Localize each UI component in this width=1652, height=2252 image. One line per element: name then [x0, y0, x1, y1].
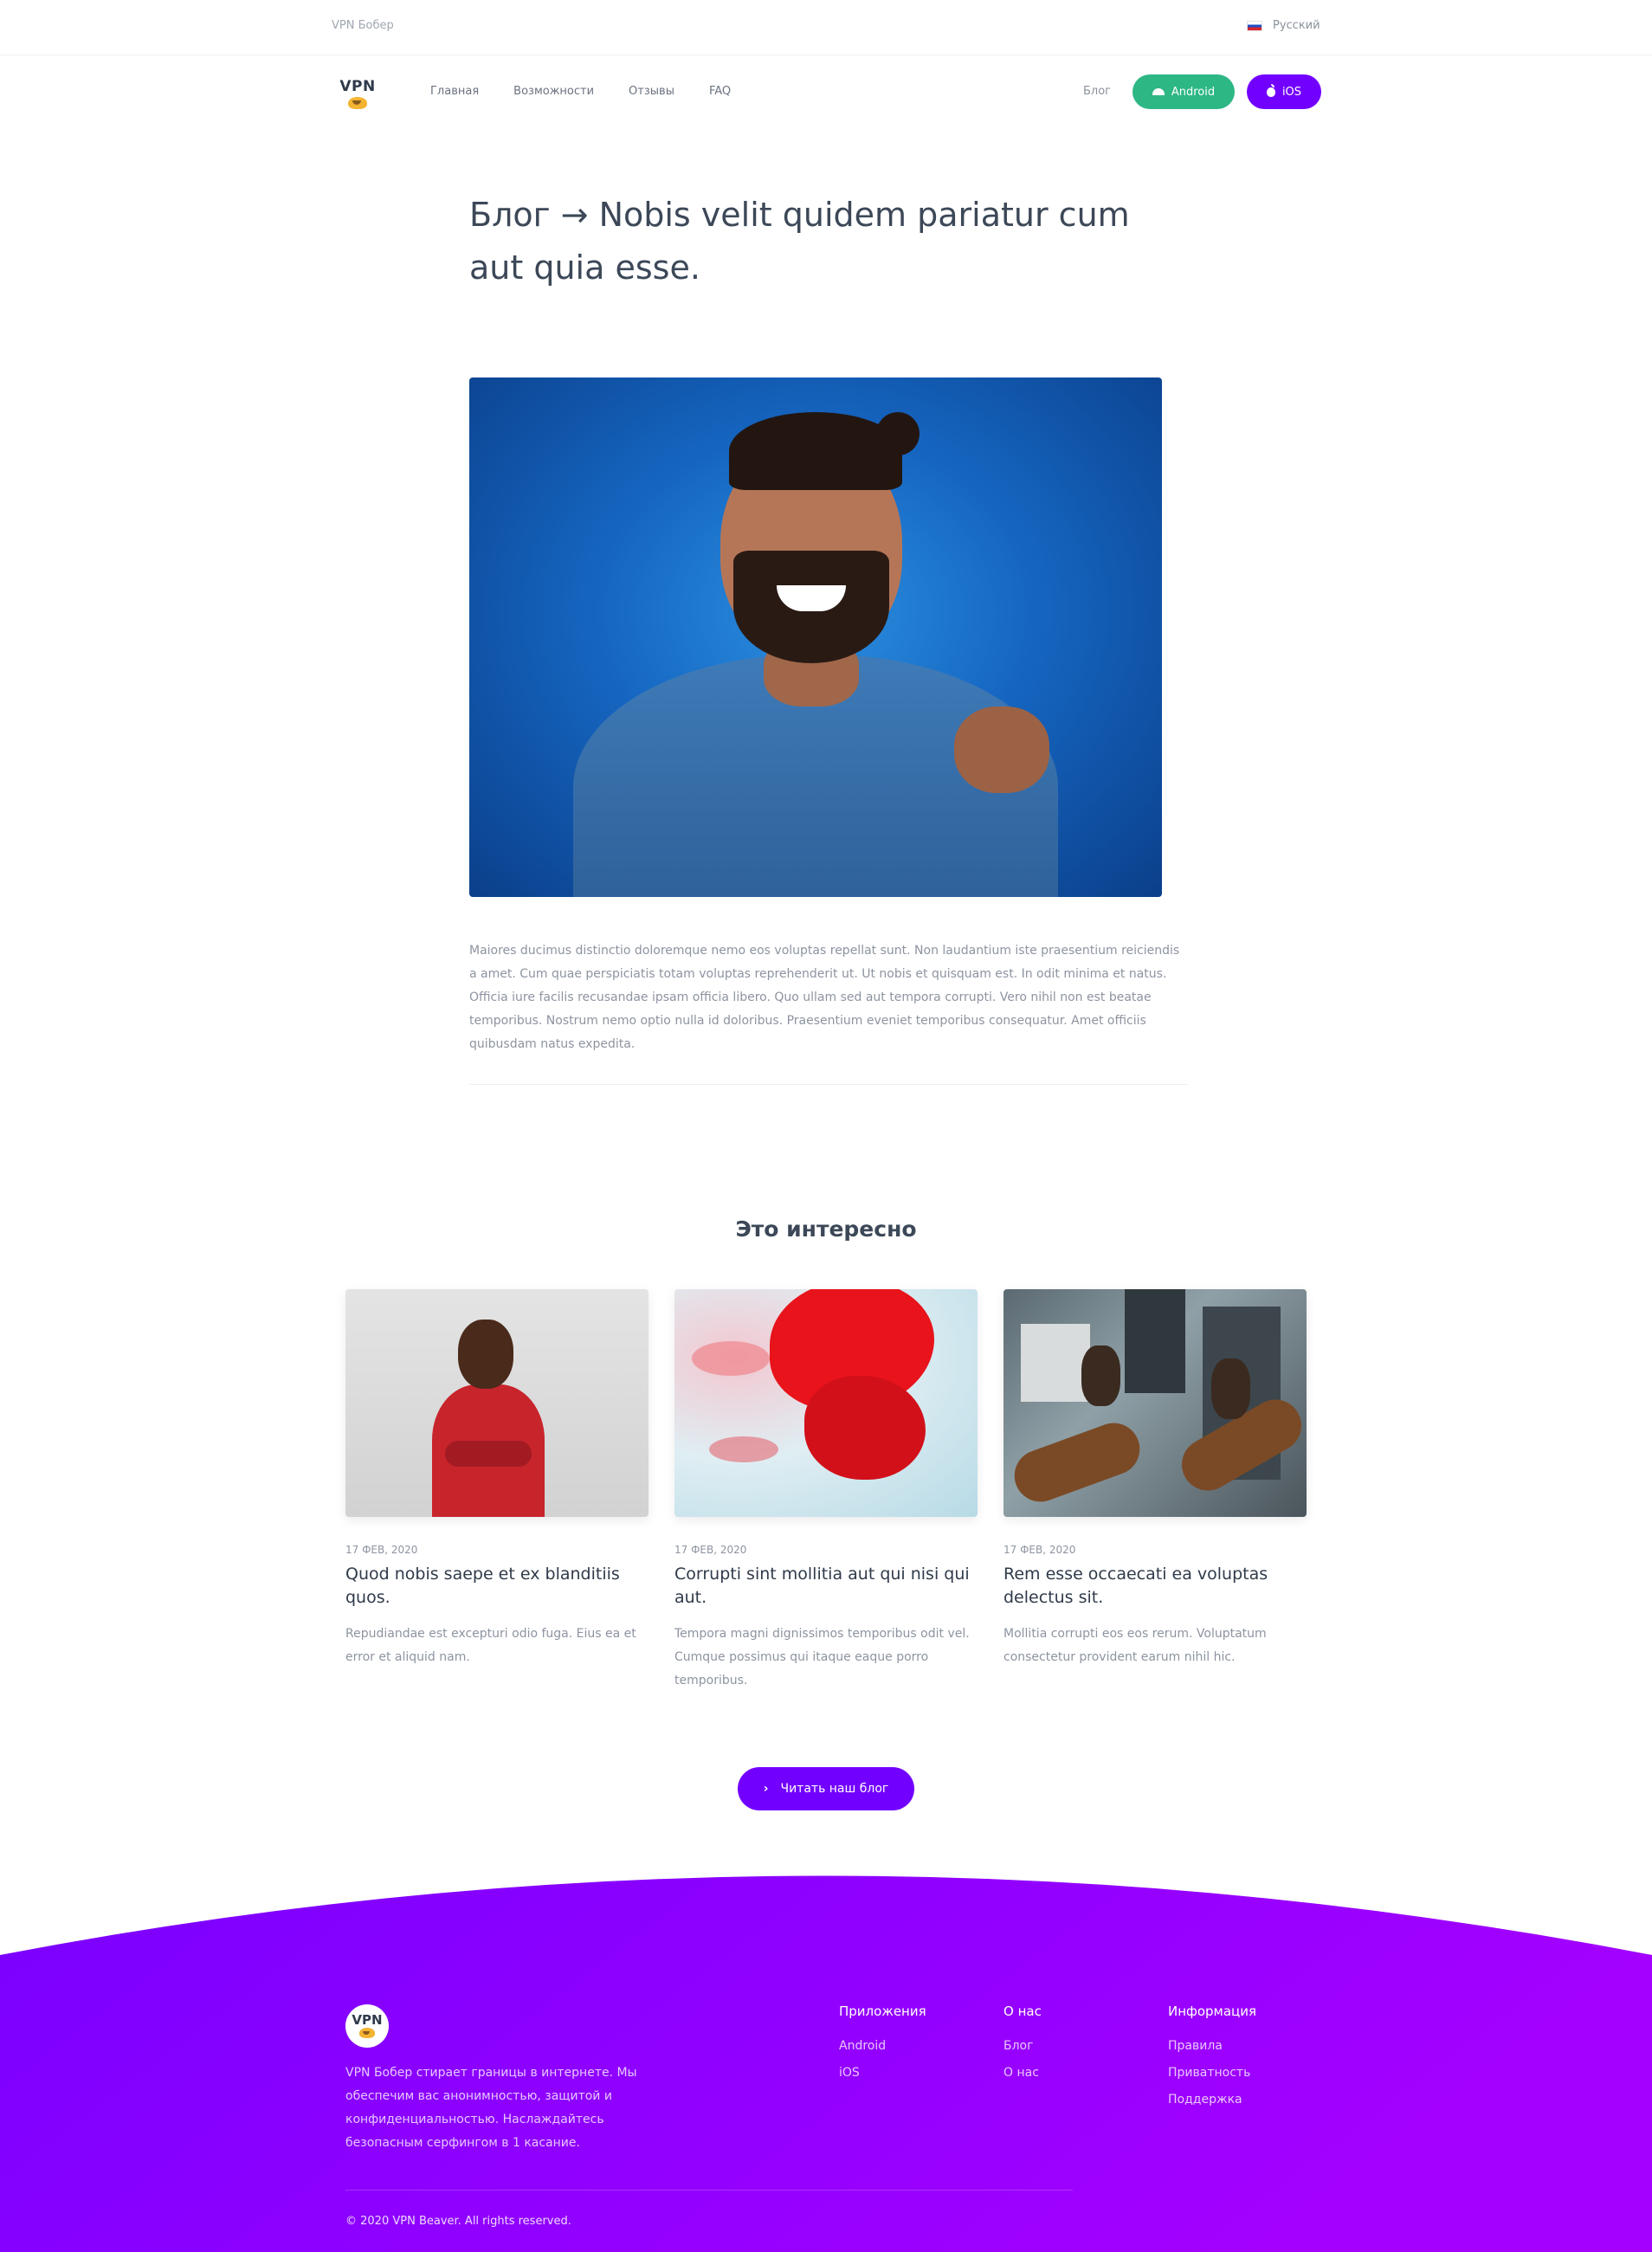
card-date: 17 ФЕВ, 2020 — [674, 1544, 747, 1556]
card-title[interactable]: Rem esse occaecati ea voluptas delectus … — [1003, 1563, 1307, 1610]
related-card[interactable]: 17 ФЕВ, 2020 Corrupti sint mollitia aut … — [674, 1289, 978, 1693]
beaver-icon — [358, 2028, 377, 2038]
footer-link-android[interactable]: Android — [839, 2033, 926, 2060]
article-title: Блог → Nobis velit quidem pariatur cum a… — [469, 196, 1130, 287]
android-button[interactable]: Android — [1133, 74, 1235, 109]
card-date: 17 ФЕВ, 2020 — [1003, 1544, 1076, 1556]
footer-logo[interactable]: VPN — [345, 2004, 389, 2048]
footer — [0, 1870, 1652, 2252]
logo[interactable]: VPN — [336, 78, 379, 109]
related-section-title: Это интересно — [735, 1216, 917, 1242]
card-title[interactable]: Corrupti sint mollitia aut qui nisi qui … — [674, 1563, 978, 1610]
footer-column-title: Информация — [1168, 2004, 1257, 2019]
related-card[interactable]: 17 ФЕВ, 2020 Rem esse occaecati ea volup… — [1003, 1289, 1307, 1669]
footer-link-ios[interactable]: iOS — [839, 2060, 926, 2087]
android-icon — [1152, 88, 1165, 95]
android-button-label: Android — [1171, 85, 1216, 99]
related-card[interactable]: 17 ФЕВ, 2020 Quod nobis saepe et ex blan… — [345, 1289, 649, 1669]
card-date: 17 ФЕВ, 2020 — [345, 1544, 418, 1556]
top-brand: VPN Бобер — [332, 19, 394, 32]
language-selector[interactable]: Русский — [1247, 19, 1320, 32]
nav-links: Главная Возможности Отзывы FAQ — [430, 85, 731, 98]
nav-link-blog[interactable]: Блог — [1083, 85, 1111, 98]
ios-button[interactable]: iOS — [1247, 74, 1321, 109]
card-title[interactable]: Quod nobis saepe et ex blanditiis quos. — [345, 1563, 649, 1610]
footer-column-title: О нас — [1003, 2004, 1042, 2019]
russia-flag-icon — [1247, 20, 1262, 31]
main-nav: VPN Главная Возможности Отзывы FAQ Блог … — [0, 55, 1652, 128]
footer-link-blog[interactable]: Блог — [1003, 2033, 1042, 2060]
copyright: © 2020 VPN Beaver. All rights reserved. — [345, 2215, 571, 2228]
apple-icon — [1266, 83, 1275, 97]
divider — [469, 1084, 1188, 1085]
nav-link-home[interactable]: Главная — [430, 85, 479, 98]
footer-column-apps: Приложения Android iOS — [839, 2004, 926, 2087]
read-blog-button[interactable]: › Читать наш блог — [738, 1767, 914, 1810]
card-description: Tempora magni dignissimos temporibus odi… — [674, 1627, 970, 1687]
article-body: Maiores ducimus distinctio doloremque ne… — [469, 944, 1180, 1051]
chevron-right-icon: › — [763, 1782, 769, 1796]
ios-button-label: iOS — [1281, 85, 1302, 99]
nav-link-features[interactable]: Возможности — [513, 85, 594, 98]
footer-column-info: Информация Правила Приватность Поддержка — [1168, 2004, 1256, 2113]
read-blog-label: Читать наш блог — [780, 1782, 889, 1796]
footer-about: VPN Бобер стирает границы в интернете. М… — [345, 2066, 637, 2150]
card-description: Mollitia corrupti eos eos rerum. Volupta… — [1003, 1627, 1267, 1664]
card-image[interactable] — [1003, 1289, 1307, 1517]
footer-logo-text: VPN — [352, 2012, 383, 2028]
footer-column-about: О нас Блог О нас — [1003, 2004, 1042, 2087]
card-image[interactable] — [345, 1289, 649, 1517]
beaver-icon — [345, 95, 371, 109]
footer-link-support[interactable]: Поддержка — [1168, 2087, 1256, 2113]
article-hero-image — [469, 377, 1162, 897]
footer-divider — [345, 2190, 1073, 2191]
logo-text: VPN — [339, 78, 376, 95]
nav-link-reviews[interactable]: Отзывы — [629, 85, 674, 98]
language-label: Русский — [1273, 19, 1320, 32]
top-bar: VPN Бобер Русский — [0, 0, 1652, 55]
footer-link-rules[interactable]: Правила — [1168, 2033, 1256, 2060]
footer-link-about[interactable]: О нас — [1003, 2060, 1042, 2087]
footer-link-privacy[interactable]: Приватность — [1168, 2060, 1256, 2087]
nav-link-faq[interactable]: FAQ — [709, 85, 731, 98]
footer-column-title: Приложения — [839, 2004, 926, 2019]
card-description: Repudiandae est excepturi odio fuga. Eiu… — [345, 1627, 636, 1664]
footer-background — [0, 1875, 1652, 2252]
card-image[interactable] — [674, 1289, 978, 1517]
